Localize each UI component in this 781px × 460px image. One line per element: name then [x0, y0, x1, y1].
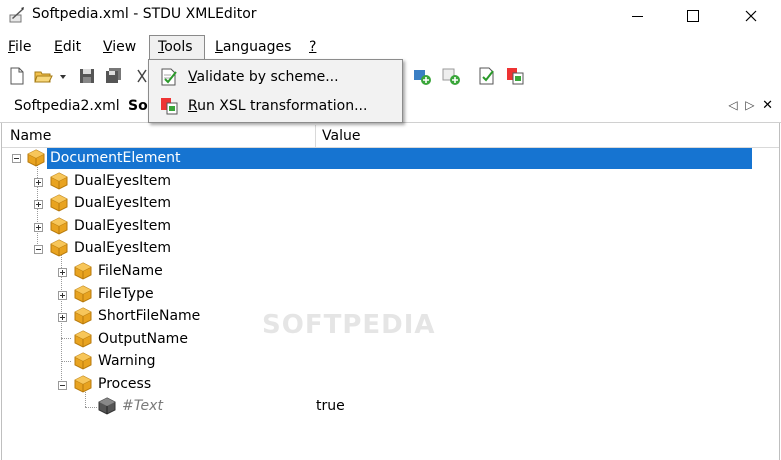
- softpedia-watermark: SOFTPEDIA: [262, 310, 436, 340]
- node-label: FileName: [98, 263, 163, 279]
- xsl-toolbar-icon[interactable]: [505, 66, 525, 86]
- close-icon: [745, 10, 757, 22]
- open-folder-icon[interactable]: [33, 66, 53, 86]
- menu-view[interactable]: View: [103, 39, 136, 57]
- tree-node-dualeyesitem[interactable]: DualEyesItem: [0, 192, 760, 214]
- tree-node-warning[interactable]: Warning: [0, 350, 760, 372]
- menu-item-validate-by-scheme[interactable]: Validate by scheme...: [153, 63, 399, 91]
- tree-node-process[interactable]: Process: [0, 373, 760, 395]
- package-icon: [74, 285, 92, 303]
- app-icon: [9, 7, 24, 23]
- expand-icon[interactable]: [58, 268, 67, 277]
- node-label: OutputName: [98, 331, 188, 347]
- menu-item-label: Run XSL transformation...: [188, 98, 368, 114]
- package-icon: [74, 375, 92, 393]
- tab-prev-icon[interactable]: ◁: [728, 98, 737, 112]
- package-icon: [50, 217, 68, 235]
- node-label: Process: [98, 376, 152, 392]
- new-document-icon[interactable]: [7, 66, 27, 86]
- tree-node-dualeyesitem-expanded[interactable]: DualEyesItem: [0, 237, 760, 259]
- window-title: Softpedia.xml - STDU XMLEditor: [32, 6, 257, 22]
- expand-icon[interactable]: [58, 291, 67, 300]
- maximize-button[interactable]: [670, 0, 716, 32]
- node-label: ShortFileName: [98, 308, 201, 324]
- expand-icon[interactable]: [34, 223, 43, 232]
- tree-node-filetype[interactable]: FileType: [0, 283, 760, 305]
- menu-tools[interactable]: Tools: [158, 39, 193, 57]
- package-icon: [50, 172, 68, 190]
- tab-navigation: ◁ ▷ ✕: [728, 98, 773, 113]
- menu-item-label: Validate by scheme...: [188, 69, 339, 85]
- add-node-icon[interactable]: [412, 66, 432, 86]
- title-bar: Softpedia.xml - STDU XMLEditor: [0, 0, 781, 32]
- column-header: Name Value: [2, 125, 779, 148]
- add-child-node-icon[interactable]: [441, 66, 461, 86]
- xsl-transform-icon: [161, 98, 178, 115]
- package-icon: [50, 194, 68, 212]
- menu-edit[interactable]: Edit: [54, 39, 81, 57]
- menu-file[interactable]: File: [8, 39, 31, 57]
- node-label: DocumentElement: [50, 150, 181, 166]
- expand-icon[interactable]: [58, 313, 67, 322]
- collapse-icon[interactable]: [58, 381, 67, 390]
- collapse-icon[interactable]: [34, 245, 43, 254]
- package-icon: [74, 262, 92, 280]
- tab-softpedia2[interactable]: Softpedia2.xml: [14, 98, 120, 114]
- node-label: Warning: [98, 353, 156, 369]
- tab-next-icon[interactable]: ▷: [745, 98, 754, 112]
- menu-languages[interactable]: Languages: [215, 39, 291, 57]
- tree-node-dualeyesitem[interactable]: DualEyesItem: [0, 215, 760, 237]
- column-divider[interactable]: [315, 125, 316, 147]
- minimize-button[interactable]: [614, 0, 660, 32]
- package-icon: [50, 239, 68, 257]
- text-node-icon: [98, 397, 116, 415]
- package-icon: [74, 352, 92, 370]
- expand-icon[interactable]: [34, 200, 43, 209]
- save-icon[interactable]: [77, 66, 97, 86]
- node-label: FileType: [98, 286, 154, 302]
- node-label: #Text: [122, 398, 163, 414]
- close-button[interactable]: [728, 0, 774, 32]
- tools-dropdown-menu: Validate by scheme... Run XSL transforma…: [148, 59, 403, 123]
- menu-item-run-xsl-transformation[interactable]: Run XSL transformation...: [153, 92, 399, 120]
- node-label: DualEyesItem: [74, 195, 172, 211]
- expand-icon[interactable]: [34, 178, 43, 187]
- node-value: true: [316, 398, 345, 414]
- open-dropdown-icon[interactable]: [58, 66, 68, 86]
- collapse-icon[interactable]: [12, 154, 21, 163]
- package-icon: [74, 330, 92, 348]
- column-name-header[interactable]: Name: [10, 128, 51, 144]
- package-icon: [27, 149, 45, 167]
- tree-node-dualeyesitem[interactable]: DualEyesItem: [0, 170, 760, 192]
- tree-node-text[interactable]: #Text true: [0, 395, 760, 417]
- menu-help[interactable]: ?: [309, 39, 316, 57]
- node-label: DualEyesItem: [74, 173, 172, 189]
- tree-node-document-element[interactable]: DocumentElement: [0, 147, 760, 169]
- tab-softpedia-active[interactable]: So: [128, 98, 148, 114]
- cut-icon[interactable]: [136, 66, 148, 86]
- tab-close-icon[interactable]: ✕: [762, 98, 773, 113]
- tree-node-filename[interactable]: FileName: [0, 260, 760, 282]
- column-value-header[interactable]: Value: [322, 128, 360, 144]
- maximize-icon: [687, 10, 699, 22]
- minimize-icon: [631, 15, 643, 17]
- validate-icon: [161, 68, 177, 86]
- save-all-icon[interactable]: [103, 66, 123, 86]
- node-label: DualEyesItem: [74, 240, 172, 256]
- node-label: DualEyesItem: [74, 218, 172, 234]
- validate-toolbar-icon[interactable]: [477, 66, 497, 86]
- package-icon: [74, 307, 92, 325]
